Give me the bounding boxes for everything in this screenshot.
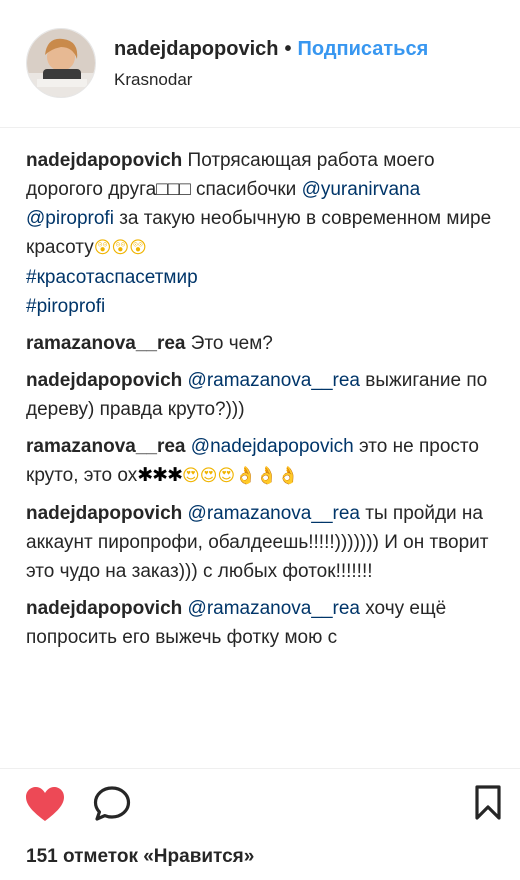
hashtag-link[interactable]: #piroprofi bbox=[26, 292, 494, 321]
mention-link[interactable]: @ramazanova__rea bbox=[188, 503, 360, 524]
heart-eyes-emoji-icon: 😍😍😍👌👌👌 bbox=[182, 466, 299, 486]
follow-button[interactable]: Подписаться bbox=[297, 38, 428, 60]
mention-link[interactable]: @piroprofi bbox=[26, 208, 114, 229]
unrendered-glyphs: □□□ bbox=[156, 179, 191, 200]
comment-item: nadejdapopovich @ramazanova__rea выжиган… bbox=[26, 366, 494, 424]
mention-link[interactable]: @ramazanova__rea bbox=[188, 370, 360, 391]
comment-username[interactable]: ramazanova__rea bbox=[26, 333, 186, 354]
post-header: nadejdapopovich • Подписаться Krasnodar bbox=[0, 0, 520, 128]
comment-bubble-icon[interactable] bbox=[92, 785, 132, 828]
bookmark-icon[interactable] bbox=[474, 785, 502, 826]
astonished-emoji-icon: 😲😲😲 bbox=[93, 238, 147, 258]
mention-link[interactable]: @yuranirvana bbox=[302, 179, 421, 200]
heart-icon[interactable] bbox=[24, 785, 66, 828]
comment-item: nadejdapopovich @ramazanova__rea хочу ещ… bbox=[26, 594, 494, 652]
comment-username[interactable]: nadejdapopovich bbox=[26, 598, 182, 619]
user-line: nadejdapopovich • Подписаться bbox=[114, 37, 428, 61]
comment-item: ramazanova__rea Это чем? bbox=[26, 329, 494, 358]
author-username[interactable]: nadejdapopovich bbox=[114, 38, 278, 60]
action-bar bbox=[0, 768, 520, 838]
mention-link[interactable]: @ramazanova__rea bbox=[188, 598, 360, 619]
comment-item: nadejdapopovich @ramazanova__rea ты прой… bbox=[26, 499, 494, 586]
comment-item: ramazanova__rea @nadejdapopovich это не … bbox=[26, 432, 494, 491]
comment-username[interactable]: nadejdapopovich bbox=[26, 370, 182, 391]
comment-username[interactable]: nadejdapopovich bbox=[26, 150, 182, 171]
likes-count[interactable]: 151 отметок «Нравится» bbox=[26, 845, 254, 869]
location-link[interactable]: Krasnodar bbox=[114, 69, 192, 91]
mention-link[interactable]: @nadejdapopovich bbox=[191, 436, 354, 457]
comments-list: nadejdapopovich Потрясающая работа моего… bbox=[26, 146, 494, 766]
comment-username[interactable]: ramazanova__rea bbox=[26, 436, 186, 457]
hashtag-link[interactable]: #красотаспасетмир bbox=[26, 263, 494, 292]
separator-dot: • bbox=[284, 38, 292, 60]
comment-username[interactable]: nadejdapopovich bbox=[26, 503, 182, 524]
comment-item: nadejdapopovich Потрясающая работа моего… bbox=[26, 146, 494, 321]
censor-stars: ✱✱✱ bbox=[137, 464, 183, 486]
avatar[interactable] bbox=[26, 28, 96, 98]
comment-text: Это чем? bbox=[190, 333, 273, 354]
comment-text: спасибочки bbox=[195, 179, 297, 200]
